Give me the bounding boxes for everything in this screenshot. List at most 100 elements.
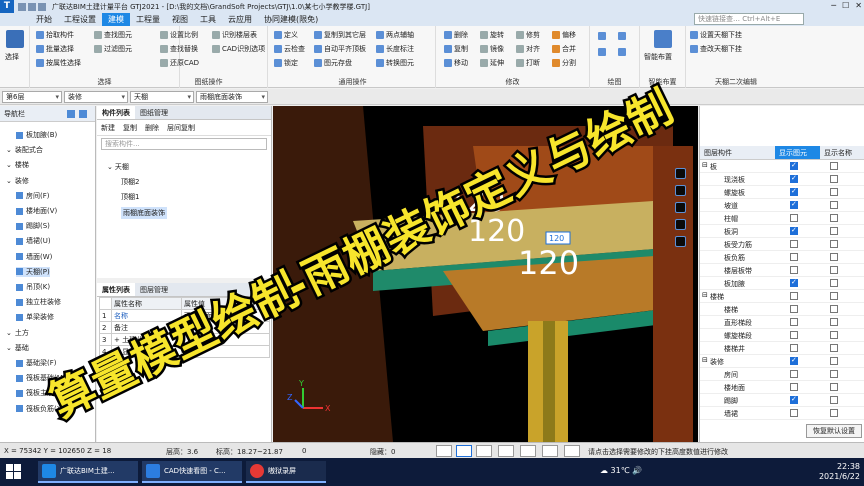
clock[interactable]: 22:38 2021/6/22 (819, 462, 860, 482)
collapse-icon[interactable]: ⌄ (6, 161, 12, 169)
show-element-checkbox[interactable] (790, 226, 798, 235)
show-name-checkbox[interactable] (830, 227, 838, 235)
windows-start-icon[interactable] (6, 464, 22, 480)
reset-default-button[interactable]: 恢复默认设置 (806, 424, 862, 438)
ribbon-button[interactable]: 查找图元 (94, 30, 132, 40)
ribbon-button[interactable]: 复制到其它层 (314, 30, 366, 40)
sidebar-item[interactable]: ⌄ 楼梯 (6, 160, 29, 170)
show-element-checkbox[interactable] (790, 187, 798, 196)
show-name-checkbox[interactable] (830, 409, 838, 417)
point-icon[interactable] (598, 32, 606, 40)
dynamic-input-button[interactable] (520, 445, 536, 457)
ribbon-button[interactable]: 批量选择 (36, 44, 74, 54)
weather-icon[interactable]: ☁ (600, 466, 608, 475)
tree-item[interactable]: 顶棚2 (121, 177, 139, 187)
show-element-checkbox[interactable] (790, 278, 798, 287)
show-name-checkbox[interactable] (830, 396, 838, 404)
property-value[interactable] (181, 345, 270, 358)
sidebar-item[interactable]: 基础梁(F) (16, 358, 57, 368)
tab-component-list[interactable]: 构件列表 (97, 106, 135, 119)
snap-button[interactable] (456, 445, 472, 457)
zoom-icon[interactable] (674, 185, 686, 196)
show-element-checkbox[interactable] (790, 395, 798, 404)
cursor-icon[interactable] (6, 30, 24, 48)
show-name-checkbox[interactable] (830, 344, 838, 352)
sidebar-item[interactable]: ⌄ 土方 (6, 328, 29, 338)
ribbon-button[interactable]: CAD识别选项 (212, 44, 265, 54)
ribbon-button[interactable]: 设置比例 (160, 30, 198, 40)
close-icon[interactable]: ✕ (855, 1, 862, 10)
menu-item[interactable]: 云应用 (222, 13, 258, 26)
maximize-icon[interactable]: ☐ (842, 1, 849, 10)
property-value[interactable] (181, 333, 270, 346)
3d-viewport[interactable]: 120 120 120 120 X Y Z (273, 106, 698, 442)
sidebar-item[interactable]: 筏板负筋(X) (16, 404, 64, 414)
collapse-icon[interactable]: ⌄ (107, 163, 113, 171)
ribbon-button[interactable]: 过滤图元 (94, 44, 132, 54)
sidebar-item[interactable]: ⌄ 装配式合 (6, 145, 43, 155)
show-element-checkbox[interactable] (790, 344, 798, 352)
show-name-checkbox[interactable] (830, 188, 838, 196)
show-name-checkbox[interactable] (830, 279, 838, 287)
sidebar-item[interactable]: 板加腋(B) (16, 130, 57, 140)
sidebar-item[interactable]: 筏板主筋(R) (16, 388, 64, 398)
ribbon-button[interactable]: 拾取构件 (36, 30, 74, 40)
table-row[interactable]: 2 备注 (99, 321, 270, 334)
ribbon-button[interactable]: 云检查 (274, 44, 305, 54)
tree-item[interactable]: ⌄ 天棚 (107, 162, 129, 172)
ribbon-button[interactable]: 图元存盘 (314, 58, 352, 68)
taskbar-app-recorder[interactable]: 嗷狱录屏 (246, 461, 326, 483)
show-name-checkbox[interactable] (830, 383, 838, 391)
rectangle-icon[interactable] (618, 48, 626, 56)
taskbar-app-gtj[interactable]: 广联达BIM土建... (38, 461, 138, 483)
show-element-checkbox[interactable] (790, 383, 798, 391)
smart-layout-button[interactable]: 智能布置 (644, 52, 672, 62)
menu-item[interactable]: 视图 (166, 13, 194, 26)
show-element-checkbox[interactable] (790, 174, 798, 183)
select-button[interactable]: 选择 (5, 52, 19, 62)
show-name-checkbox[interactable] (830, 331, 838, 339)
sidebar-item[interactable]: 墙面(W) (16, 252, 52, 262)
show-element-checkbox[interactable] (790, 266, 798, 274)
ribbon-button[interactable]: 查改天棚下挂 (690, 44, 742, 54)
show-element-checkbox[interactable] (790, 409, 798, 417)
show-element-checkbox[interactable] (790, 305, 798, 313)
quick-link-search-input[interactable]: 快速链接查… Ctrl+Alt+E (694, 13, 804, 25)
collapse-icon[interactable]: ⌄ (6, 146, 12, 154)
angle-button[interactable] (498, 445, 514, 457)
tab-layer-management[interactable]: 图层管理 (135, 283, 173, 296)
show-name-checkbox[interactable] (830, 201, 838, 209)
table-row[interactable]: 3 + 土建业务属性 (99, 333, 270, 346)
show-element-checkbox[interactable] (790, 253, 798, 261)
tree-item[interactable]: 雨棚底面装饰 (121, 207, 167, 219)
collapse-icon[interactable]: ⊟ (702, 161, 708, 169)
menu-item[interactable]: 建模 (102, 13, 130, 26)
table-row[interactable]: 1 名称 雨棚底面装饰 (99, 309, 270, 322)
measure-button[interactable] (542, 445, 558, 457)
sidebar-item[interactable]: 天棚(P) (16, 266, 50, 277)
ribbon-button[interactable]: 自动平齐顶板 (314, 44, 366, 54)
show-name-checkbox[interactable] (830, 162, 838, 170)
save-icon[interactable] (18, 2, 26, 11)
show-name-checkbox[interactable] (830, 266, 838, 274)
ribbon-button[interactable]: 复制 (444, 44, 468, 54)
ribbon-button[interactable]: 打断 (516, 58, 540, 68)
ribbon-button[interactable]: 还原CAD (160, 58, 199, 68)
tab-drawing-management[interactable]: 图纸管理 (135, 106, 173, 119)
new-button[interactable]: 新建 (101, 123, 115, 133)
show-name-checkbox[interactable] (830, 214, 838, 222)
show-element-checkbox[interactable] (790, 200, 798, 209)
show-element-checkbox[interactable] (790, 161, 798, 170)
collapse-icon[interactable]: ⌄ (6, 329, 12, 337)
sidebar-item[interactable]: 墙裙(U) (16, 236, 51, 246)
col-show-element[interactable]: 显示图元 (775, 146, 820, 159)
show-element-checkbox[interactable] (790, 292, 798, 300)
ribbon-button[interactable]: 两点辅轴 (376, 30, 414, 40)
show-name-checkbox[interactable] (830, 175, 838, 183)
component-search-input[interactable]: 搜索构件... (101, 138, 267, 150)
sidebar-item[interactable]: 吊顶(K) (16, 282, 50, 292)
show-name-checkbox[interactable] (830, 370, 838, 378)
show-element-checkbox[interactable] (790, 331, 798, 339)
collapse-icon[interactable]: ⊟ (702, 291, 708, 299)
show-element-checkbox[interactable] (790, 214, 798, 222)
